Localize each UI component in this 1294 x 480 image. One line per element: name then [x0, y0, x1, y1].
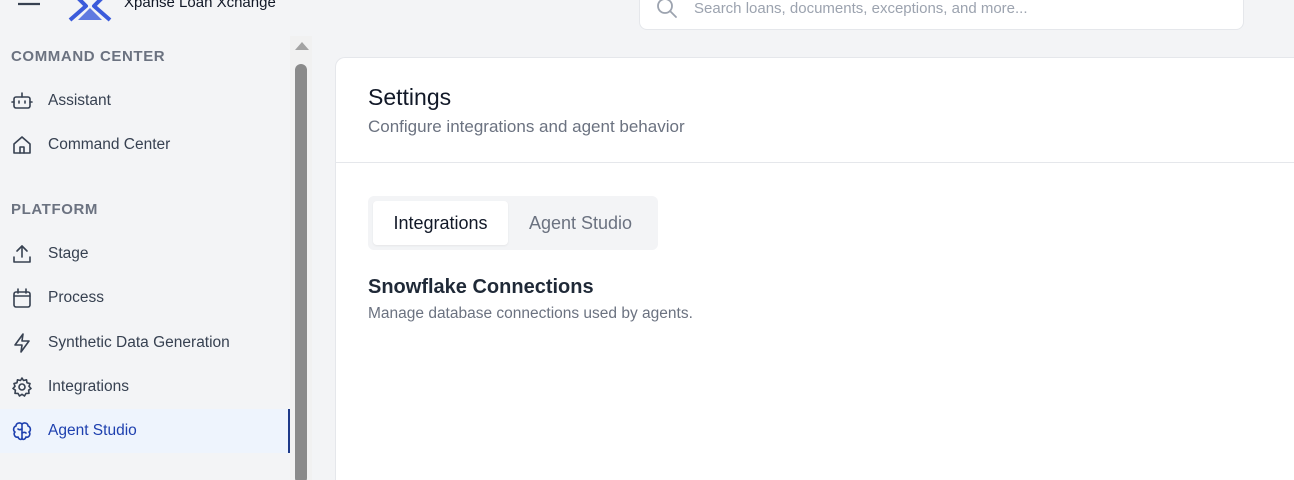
app-title: Xpanse Loan Xchange: [124, 0, 276, 11]
sidebar-scrollbar[interactable]: [290, 36, 312, 480]
sidebar-item-command-center[interactable]: Command Center: [0, 123, 290, 167]
section-title-command-center: COMMAND CENTER: [11, 48, 166, 65]
section-heading: Snowflake Connections: [368, 276, 594, 298]
search-icon: [656, 0, 678, 19]
search-bar[interactable]: [639, 0, 1244, 30]
sidebar-item-label: Stage: [48, 245, 89, 262]
logo-icon[interactable]: [66, 0, 114, 22]
sidebar-item-stage[interactable]: Stage: [0, 232, 290, 276]
gear-icon: [11, 376, 33, 398]
search-input[interactable]: [694, 0, 1214, 19]
sidebar: COMMAND CENTER Assistant Command Center …: [0, 36, 290, 480]
menu-icon[interactable]: [16, 0, 42, 14]
section-title-platform: PLATFORM: [11, 201, 99, 218]
calendar-icon: [11, 287, 33, 309]
sidebar-item-synthetic-data-generation[interactable]: Synthetic Data Generation: [0, 321, 290, 365]
scrollbar-thumb[interactable]: [295, 64, 307, 480]
tab-integrations[interactable]: Integrations: [373, 201, 508, 245]
top-bar: Xpanse Loan Xchange: [0, 0, 1294, 36]
scroll-up-arrow-icon[interactable]: [295, 42, 309, 50]
upload-icon: [11, 243, 33, 265]
section-description: Manage database connections used by agen…: [368, 305, 693, 322]
sidebar-item-process[interactable]: Process: [0, 276, 290, 320]
page-header: Settings Configure integrations and agen…: [336, 58, 1294, 163]
sidebar-item-label: Process: [48, 289, 104, 306]
sidebar-item-integrations[interactable]: Integrations: [0, 365, 290, 409]
sidebar-item-label: Integrations: [48, 378, 129, 395]
page-title: Settings: [368, 84, 452, 110]
tab-agent-studio[interactable]: Agent Studio: [508, 201, 653, 245]
page-subtitle: Configure integrations and agent behavio…: [368, 117, 685, 136]
sidebar-item-assistant[interactable]: Assistant: [0, 79, 290, 123]
main-panel: Settings Configure integrations and agen…: [335, 57, 1294, 480]
brain-icon: [11, 420, 33, 442]
robot-icon: [11, 90, 33, 112]
sidebar-item-label: Agent Studio: [48, 422, 137, 439]
sidebar-item-label: Command Center: [48, 136, 171, 153]
home-icon: [11, 134, 33, 156]
lightning-icon: [11, 332, 33, 354]
sidebar-item-label: Assistant: [48, 92, 111, 109]
sidebar-item-label: Synthetic Data Generation: [48, 334, 230, 351]
sidebar-item-agent-studio[interactable]: Agent Studio: [0, 409, 290, 453]
settings-tabs: Integrations Agent Studio: [368, 196, 658, 250]
